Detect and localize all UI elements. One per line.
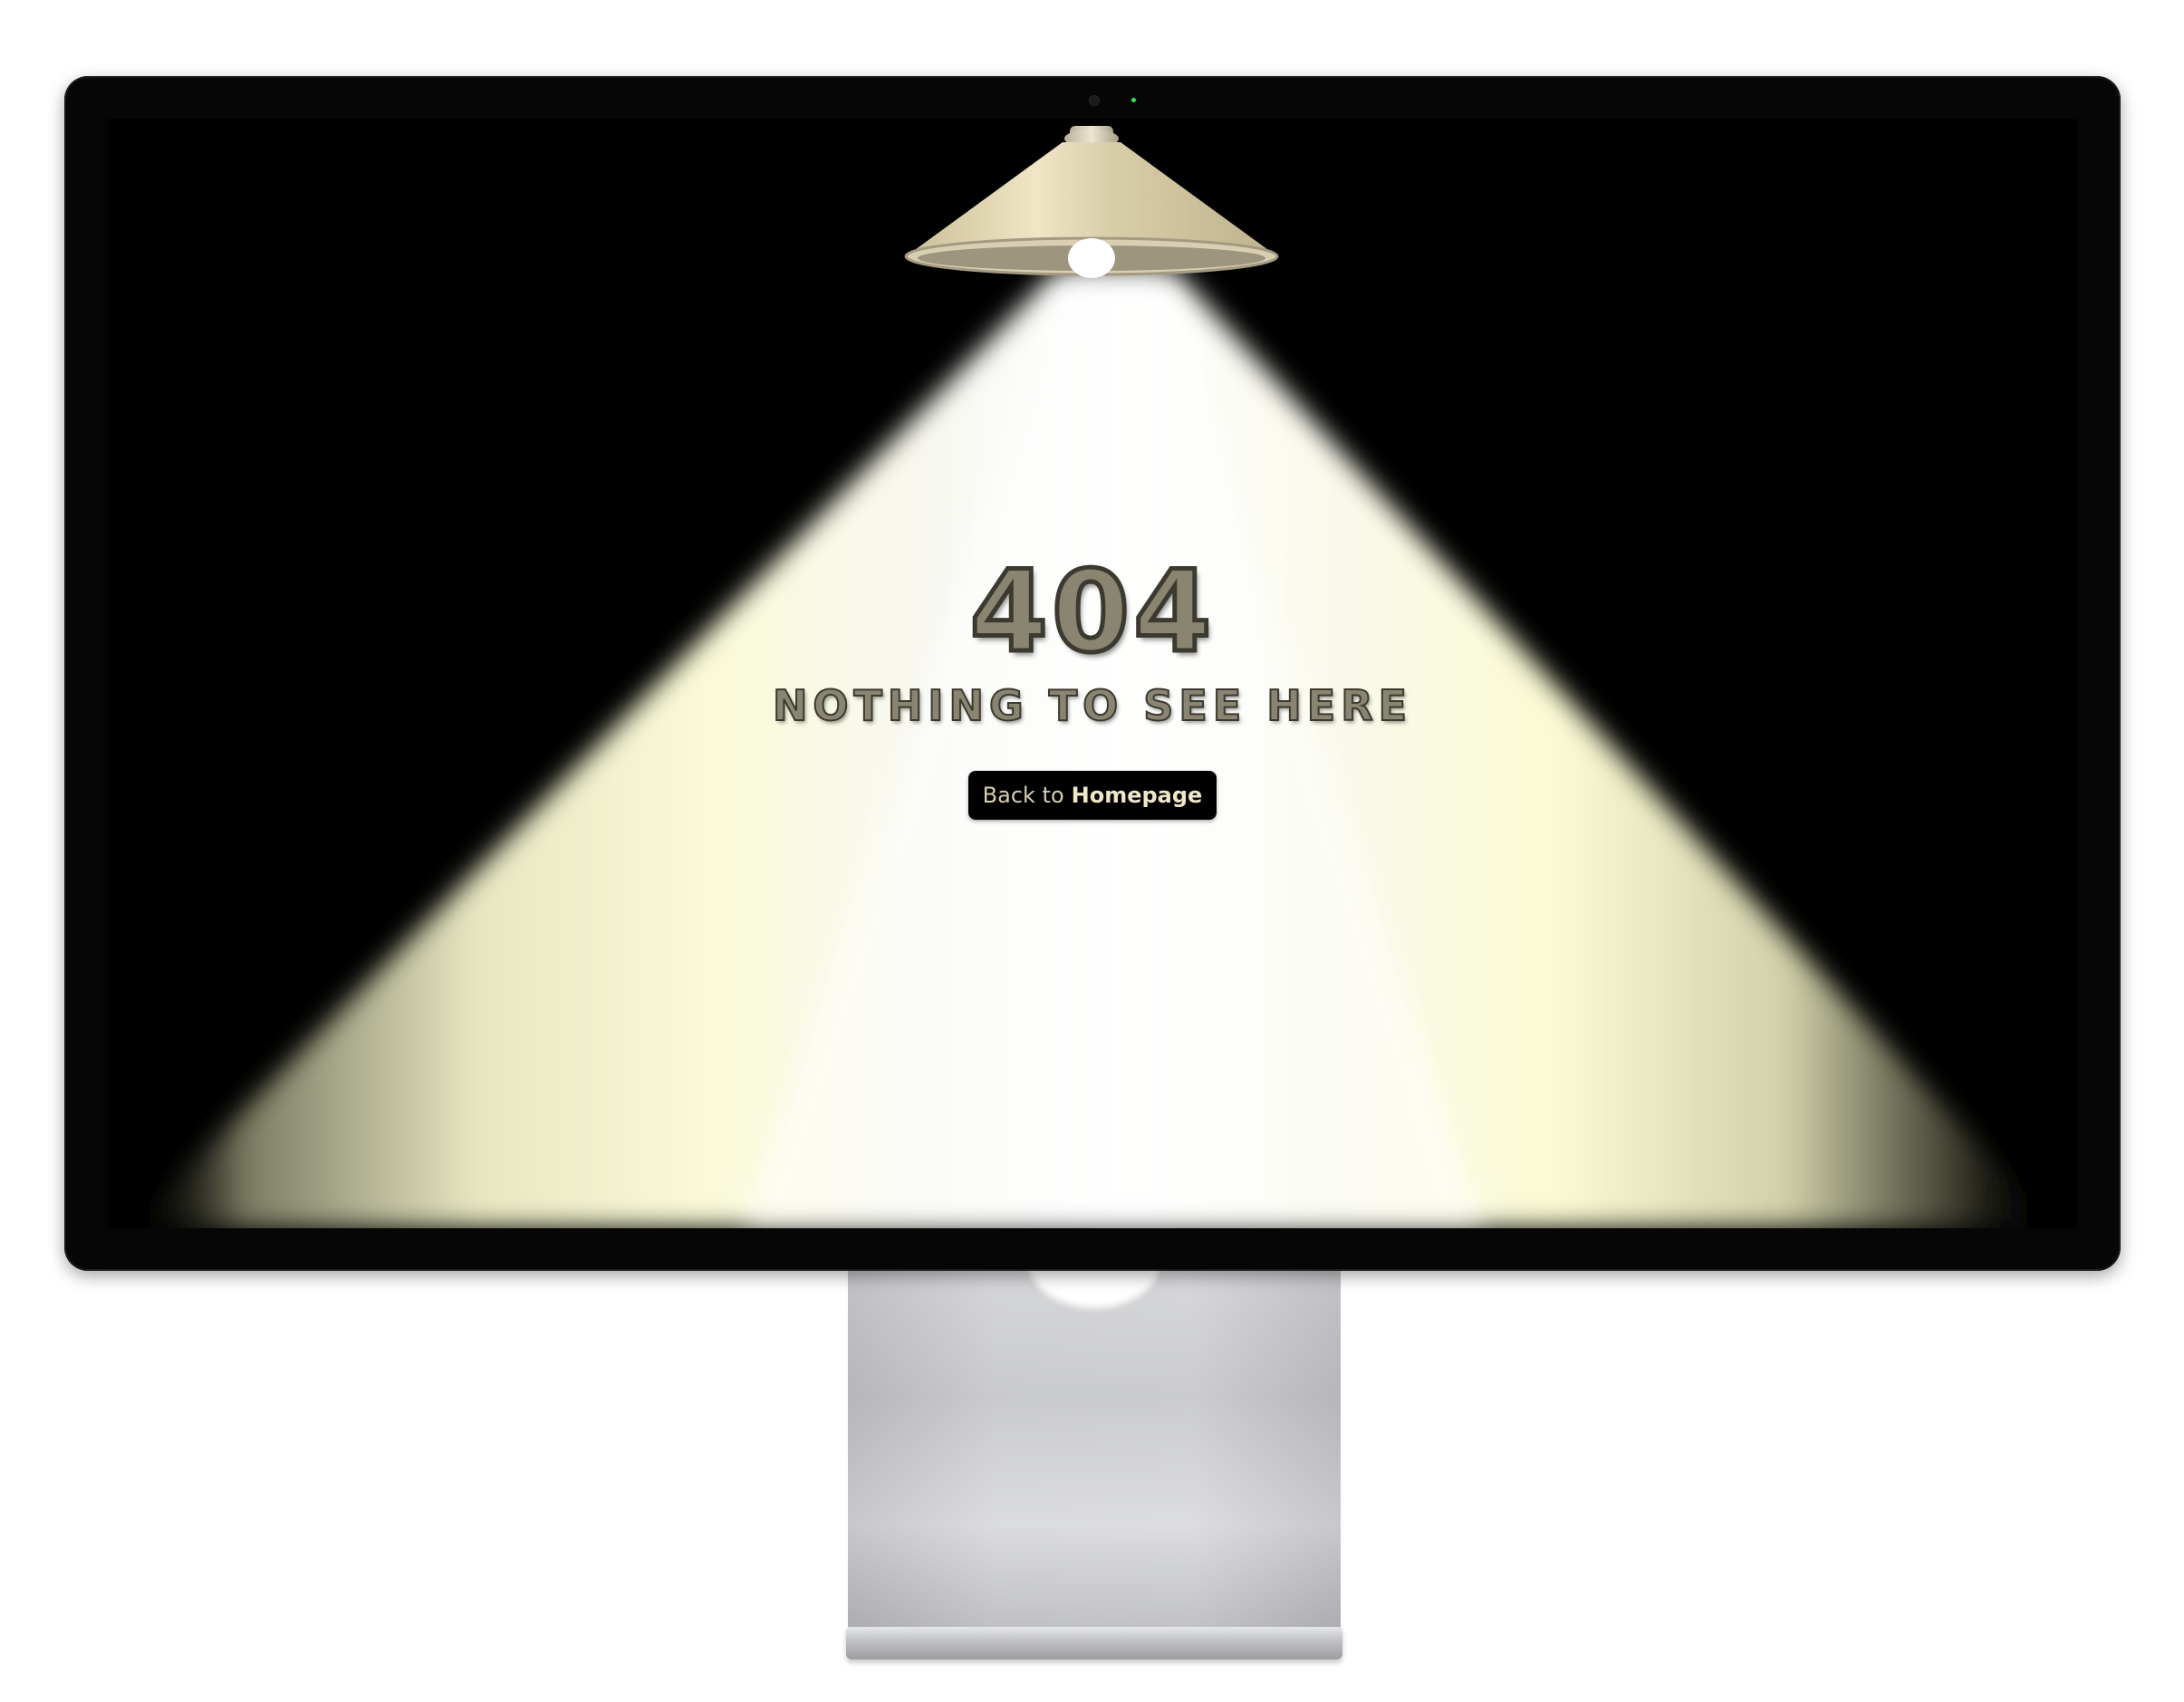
- ceiling-lamp-icon: [904, 126, 1279, 278]
- monitor-bezel: 404 NOTHING TO SEE HERE Back to Homepage: [64, 76, 2121, 1271]
- back-to-homepage-button[interactable]: Back to Homepage: [967, 771, 1217, 820]
- error-content: 404 NOTHING TO SEE HERE Back to Homepage: [108, 547, 2077, 820]
- error-message: NOTHING TO SEE HERE: [772, 680, 1413, 731]
- stand-neck: [848, 1271, 1341, 1633]
- button-prefix: Back to: [982, 783, 1064, 808]
- monitor-mockup: 404 NOTHING TO SEE HERE Back to Homepage: [0, 0, 2184, 1702]
- stand-foot: [846, 1627, 1342, 1659]
- button-label: Homepage: [1071, 783, 1203, 808]
- error-code: 404: [967, 547, 1216, 678]
- screen: 404 NOTHING TO SEE HERE Back to Homepage: [108, 119, 2077, 1228]
- camera-icon: [1089, 95, 1100, 106]
- camera-led-indicator: [1131, 98, 1136, 102]
